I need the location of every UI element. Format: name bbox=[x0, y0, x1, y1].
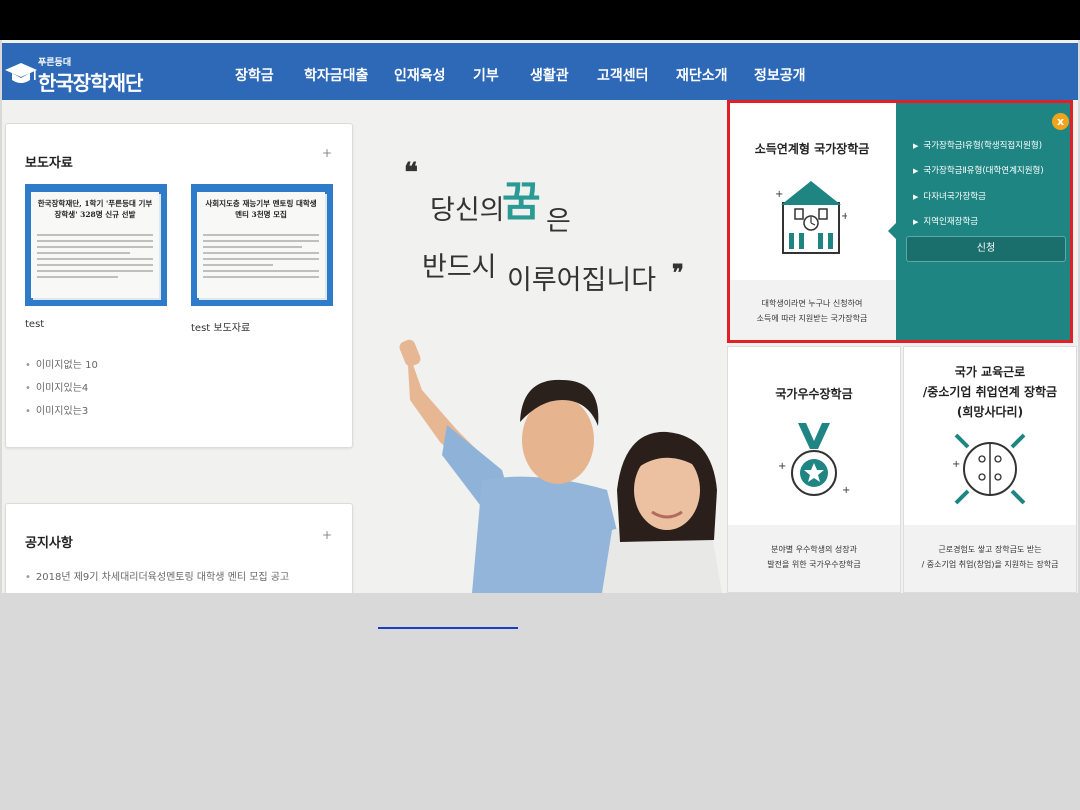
work-scholarship-desc-2: / 중소기업 취업(창업)을 지원하는 장학금 bbox=[921, 560, 1059, 569]
work-scholarship-desc-1: 근로경험도 쌓고 장학금도 받는 bbox=[938, 545, 1042, 554]
nav-item[interactable]: 장학금 bbox=[235, 65, 274, 85]
top-black-bar bbox=[0, 0, 1080, 40]
income-scholarship-desc-2: 소득에 따라 지원받는 국가장학금 bbox=[756, 314, 868, 323]
nav-item[interactable]: 인재육성 bbox=[394, 65, 446, 85]
press-list-item[interactable]: • 이미지있는4 bbox=[25, 379, 88, 394]
open-quote: ❝ bbox=[404, 158, 418, 188]
press-more-button[interactable]: + bbox=[322, 146, 332, 160]
nav-item[interactable]: 기부 bbox=[473, 65, 499, 85]
scholarship-link[interactable]: ▶ 다자녀국가장학금 bbox=[913, 190, 986, 202]
scholarship-link[interactable]: ▶ 지역인재장학금 bbox=[913, 215, 978, 227]
excellence-scholarship-desc-1: 분야별 우수학생의 성장과 bbox=[770, 545, 858, 554]
notice-list-item[interactable]: • 2018년 제9기 차세대리더육성멘토링 대학생 멘티 모집 공고 bbox=[25, 568, 289, 583]
excellence-scholarship-desc-2: 발전을 위한 국가우수장학금 bbox=[767, 560, 861, 569]
scholarship-link[interactable]: ▶ 국가장학금Ⅱ유형(대학연계지원형) bbox=[913, 164, 1044, 176]
income-scholarship-desc-1: 대학생이라면 누구나 신청하여 bbox=[761, 299, 863, 308]
nav-item[interactable]: 정보공개 bbox=[754, 65, 806, 85]
excellence-scholarship-title: 국가우수장학금 bbox=[775, 387, 853, 401]
hero-line1-a: 당신의 bbox=[430, 195, 505, 226]
hyperlink-underline[interactable] bbox=[378, 627, 518, 629]
site-logo[interactable]: 푸른등대 한국장학재단 bbox=[2, 53, 143, 95]
press-caption-1[interactable]: test bbox=[25, 319, 44, 330]
svg-text:+: + bbox=[778, 461, 786, 472]
scholarship-link[interactable]: ▶ 국가장학금Ⅰ유형(학생직접지원형) bbox=[913, 139, 1042, 151]
notice-title: 공지사항 bbox=[25, 536, 73, 551]
work-scholarship-title-1: 국가 교육근로 bbox=[954, 365, 1026, 379]
income-scholarship-title: 소득연계형 국가장학금 bbox=[754, 142, 870, 156]
press-release-card: 보도자료 + 한국장학재단, 1학기 '푸른등대 기부장학생' 328명 신규 … bbox=[5, 123, 353, 448]
nav-item[interactable]: 재단소개 bbox=[676, 65, 728, 85]
press-headline: 한국장학재단, 1학기 '푸른등대 기부장학생' 328명 신규 선발 bbox=[37, 199, 153, 219]
hero-line2-b: 이루어집니다 bbox=[507, 265, 657, 296]
close-icon[interactable]: x bbox=[1052, 113, 1069, 130]
school-building-icon: + + bbox=[775, 181, 847, 254]
work-scholarship-title-2: /중소기업 취업연계 장학금 bbox=[922, 385, 1058, 399]
press-headline: 사회지도층 재능기부 멘토링 대학생 멘티 3천명 모집 bbox=[205, 199, 317, 219]
press-title: 보도자료 bbox=[25, 156, 73, 171]
main-navigation: 푸른등대 한국장학재단 장학금 학자금대출 인재육성 기부 생활관 고객센터 재단소개 정보공… bbox=[2, 43, 1078, 100]
students-photo bbox=[399, 339, 722, 593]
hero-line1-c: 은 bbox=[546, 206, 571, 237]
press-paper: 사회지도층 재능기부 멘토링 대학생 멘티 3천명 모집 bbox=[197, 192, 325, 298]
people-globe-icon: + bbox=[952, 433, 1026, 505]
apply-button[interactable]: 신청 bbox=[906, 236, 1066, 262]
notice-more-button[interactable]: + bbox=[322, 528, 332, 542]
press-body-lines bbox=[37, 230, 153, 282]
press-thumbnail-1[interactable]: 한국장학재단, 1학기 '푸른등대 기부장학생' 328명 신규 선발 bbox=[25, 184, 167, 306]
nav-item[interactable]: 학자금대출 bbox=[304, 65, 368, 85]
svg-text:+: + bbox=[842, 485, 850, 496]
svg-text:+: + bbox=[841, 211, 847, 222]
press-thumbnail-2[interactable]: 사회지도층 재능기부 멘토링 대학생 멘티 3천명 모집 bbox=[191, 184, 333, 306]
excellence-scholarship-card[interactable]: 국가우수장학금 + + 분야별 우수학생의 성장과 발전을 위한 국가우수장학금 bbox=[727, 346, 901, 593]
panel-pointer bbox=[888, 223, 896, 239]
logo-name: 한국장학재단 bbox=[38, 71, 143, 95]
press-caption-2[interactable]: test 보도자료 bbox=[191, 319, 250, 334]
scholarship-type-panel: ▶ 국가장학금Ⅰ유형(학생직접지원형) ▶ 국가장학금Ⅱ유형(대학연계지원형) ▶ 다… bbox=[888, 103, 1072, 341]
press-list-item[interactable]: • 이미지없는 10 bbox=[25, 356, 98, 371]
nav-item[interactable]: 고객센터 bbox=[597, 65, 649, 85]
svg-text:+: + bbox=[952, 459, 960, 470]
work-scholarship-card[interactable]: 국가 교육근로 /중소기업 취업연계 장학금 (희망사다리) + 근로경험도 쌓… bbox=[903, 346, 1077, 593]
hero-line2-a: 반드시 bbox=[422, 252, 497, 283]
press-paper: 한국장학재단, 1학기 '푸른등대 기부장학생' 328명 신규 선발 bbox=[31, 192, 159, 298]
income-scholarship-card[interactable]: 소득연계형 국가장학금 + + 대학생이라면 누구나 신청하여 소득에 따라 지… bbox=[727, 100, 897, 340]
svg-text:+: + bbox=[775, 189, 783, 200]
work-scholarship-title-3: (희망사다리) bbox=[956, 405, 1024, 419]
medal-icon: + + bbox=[778, 423, 850, 496]
nav-item[interactable]: 생활관 bbox=[530, 65, 569, 85]
notice-card: 공지사항 + • 2018년 제9기 차세대리더육성멘토링 대학생 멘티 모집 공… bbox=[5, 503, 353, 593]
press-body-lines bbox=[203, 230, 319, 282]
hero-dream-word: 꿈 bbox=[502, 177, 541, 226]
graduation-cap-icon bbox=[5, 63, 37, 83]
press-list-item[interactable]: • 이미지있는3 bbox=[25, 402, 88, 417]
close-quote: ❞ bbox=[672, 260, 684, 286]
